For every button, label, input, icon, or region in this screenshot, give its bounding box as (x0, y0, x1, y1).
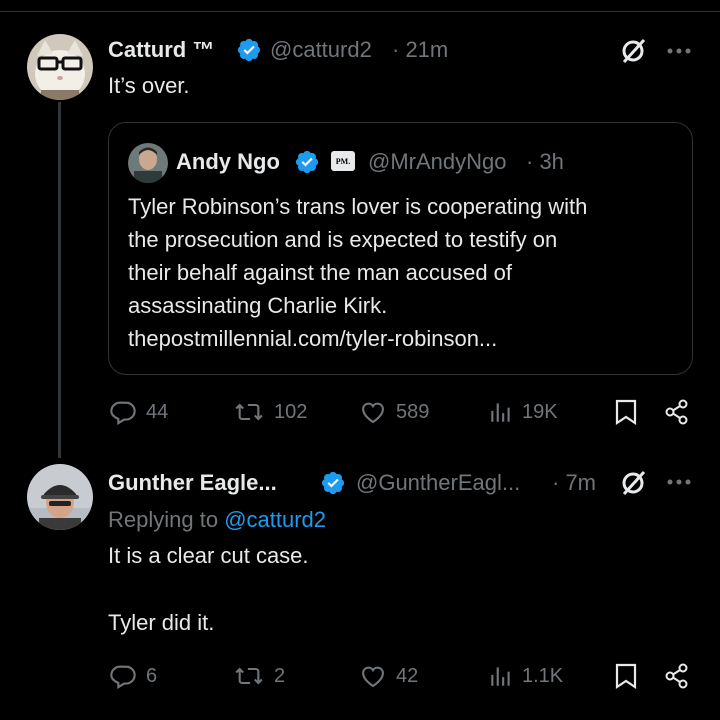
thread-connector-line (58, 102, 61, 458)
tweet-text: It’s over. (108, 73, 190, 98)
reply-icon (110, 665, 136, 689)
more-dots-icon[interactable] (665, 472, 693, 492)
reply-count: 44 (146, 400, 169, 423)
views-button[interactable]: 1.1K (488, 662, 563, 690)
views-button[interactable]: 19K (488, 398, 558, 426)
more-dots-icon[interactable] (665, 41, 693, 61)
repost-icon (235, 667, 263, 685)
replying-to-prefix: Replying to (108, 507, 225, 532)
share-icon[interactable] (663, 662, 691, 690)
tweet-text-line: It is a clear cut case. (108, 543, 309, 568)
repost-icon (235, 403, 263, 421)
author-handle[interactable]: @GuntherEagl... (356, 470, 520, 496)
views-icon (491, 403, 510, 422)
quote-author-name[interactable]: Andy Ngo (176, 149, 280, 175)
like-count: 589 (396, 400, 430, 423)
reply-count: 6 (146, 664, 158, 687)
like-count: 42 (396, 664, 419, 687)
like-button[interactable]: 589 (358, 398, 429, 426)
quote-text-line: Tyler Robinson’s trans lover is cooperat… (128, 194, 588, 219)
views-icon (491, 667, 510, 686)
views-count: 19K (522, 400, 558, 423)
verified-badge-icon (295, 150, 319, 174)
quote-text-line: the prosecution and is expected to testi… (128, 227, 558, 252)
grok-icon[interactable] (618, 468, 648, 498)
reply-button[interactable]: 6 (108, 662, 157, 690)
avatar-catturd[interactable] (27, 34, 93, 100)
share-icon[interactable] (663, 398, 691, 426)
avatar-gunther[interactable] (27, 464, 93, 530)
bookmark-icon[interactable] (614, 398, 638, 426)
replying-to-handle[interactable]: @catturd2 (224, 507, 326, 532)
verified-badge-icon (321, 471, 345, 495)
tweet-time[interactable]: · 21m (392, 37, 448, 63)
heart-icon (362, 402, 384, 424)
verified-badge-icon (237, 38, 261, 62)
quote-text-line: assassinating Charlie Kirk. (128, 293, 388, 318)
replying-to-line: Replying to @catturd2 (108, 507, 326, 533)
reply-button[interactable]: 44 (108, 398, 168, 426)
author-handle[interactable]: @catturd2 (270, 37, 372, 63)
repost-count: 2 (274, 664, 286, 687)
quote-text-line: their behalf against the man accused of (128, 260, 513, 285)
tweet-text-line: Tyler did it. (108, 610, 215, 635)
tweet-time[interactable]: · 7m (552, 470, 596, 496)
like-button[interactable]: 42 (358, 662, 418, 690)
reply-icon (110, 401, 136, 425)
grok-icon[interactable] (618, 36, 648, 66)
quote-author-handle[interactable]: @MrAndyNgo (368, 149, 507, 175)
heart-icon (362, 666, 384, 688)
repost-button[interactable]: 102 (232, 398, 307, 426)
author-name[interactable]: Gunther Eagle... (108, 470, 277, 496)
repost-count: 102 (274, 400, 308, 423)
views-count: 1.1K (522, 664, 564, 687)
quote-link[interactable]: thepostmillennial.com/tyler-robinson... (128, 322, 497, 355)
quote-time[interactable]: · 3h (526, 149, 564, 175)
bookmark-icon[interactable] (614, 662, 638, 690)
avatar-andy-ngo[interactable] (128, 143, 168, 183)
affiliate-badge[interactable]: PM. (331, 151, 355, 171)
top-divider (0, 11, 720, 12)
author-name[interactable]: Catturd ™ (108, 37, 214, 63)
repost-button[interactable]: 2 (232, 662, 285, 690)
